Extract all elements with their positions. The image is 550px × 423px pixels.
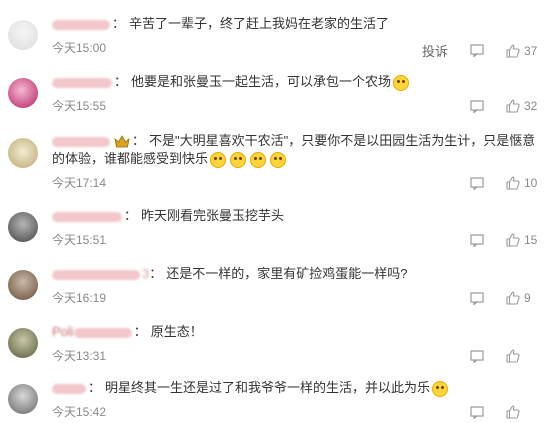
- comment-time: 今天15:42: [52, 405, 107, 419]
- thumbs-up-icon: [506, 43, 520, 58]
- like-button[interactable]: [506, 349, 538, 363]
- thumbs-up-icon: [506, 405, 520, 419]
- comment-list: ：辛苦了一辈子，终了赶上我妈在老家的生活了 今天15:00 投诉 37 ：他要是…: [0, 0, 550, 423]
- comment-icon: [470, 233, 484, 247]
- like-button[interactable]: 32: [506, 99, 538, 113]
- comment-content: ：不是"大明星喜欢干农活"，只要你不是以田园生活为生计，只是惬意的体验，谁都能感…: [52, 132, 544, 168]
- reply-button[interactable]: [470, 176, 484, 190]
- comment-time: 今天15:55: [52, 99, 107, 113]
- username[interactable]: [52, 136, 110, 147]
- like-button[interactable]: 9: [506, 291, 538, 305]
- comment-time: 今天17:14: [52, 176, 107, 190]
- avatar[interactable]: [8, 212, 38, 242]
- comment-text: 明星终其一生还是过了和我爷爷一样的生活，并以此为乐: [105, 380, 431, 395]
- comment-actions: 15: [448, 233, 538, 247]
- username[interactable]: [73, 327, 132, 338]
- avatar[interactable]: [8, 270, 38, 300]
- comment-time: 今天15:51: [52, 233, 107, 247]
- avatar[interactable]: [8, 384, 38, 414]
- like-button[interactable]: 10: [506, 176, 538, 190]
- comment-actions: [448, 349, 538, 363]
- comment-actions: 10: [448, 176, 538, 190]
- username[interactable]: [52, 77, 112, 88]
- avatar[interactable]: [8, 78, 38, 108]
- comment-text: 他要是和张曼玉一起生活，可以承包一个农场: [131, 74, 392, 89]
- like-count: 9: [524, 291, 531, 305]
- comment-text: 辛苦了一辈子，终了赶上我妈在老家的生活了: [129, 16, 390, 31]
- like-count: 10: [524, 176, 538, 190]
- comment-content: ：他要是和张曼玉一起生活，可以承包一个农场: [52, 72, 544, 92]
- comment-actions: [448, 405, 538, 419]
- username[interactable]: [52, 383, 86, 394]
- comment-icon: [470, 99, 484, 113]
- reply-button[interactable]: [470, 405, 484, 419]
- comment-icon: [470, 349, 484, 363]
- colon: ：: [132, 133, 146, 148]
- reply-button[interactable]: [470, 233, 484, 247]
- avatar[interactable]: [8, 328, 38, 358]
- like-count: 32: [524, 99, 538, 113]
- avatar[interactable]: [8, 138, 38, 168]
- username[interactable]: [52, 269, 140, 280]
- like-button[interactable]: 37: [506, 44, 538, 58]
- username-fragment: 3: [142, 266, 150, 281]
- emoji-icon: [270, 151, 287, 168]
- reply-button[interactable]: [470, 99, 484, 113]
- thumbs-up-icon: [506, 176, 520, 190]
- like-count: 15: [524, 233, 538, 247]
- username[interactable]: [52, 19, 110, 30]
- colon: ：: [114, 74, 128, 89]
- comment-content: 3： 还是不一样的，家里有矿捡鸡蛋能一样吗?: [52, 264, 544, 284]
- crown-icon: [114, 135, 130, 148]
- comment-icon: [470, 44, 484, 57]
- colon: ：: [124, 208, 138, 223]
- emoji-icon: [230, 151, 247, 168]
- emoji-icon: [250, 151, 267, 168]
- comment-content: ：辛苦了一辈子，终了赶上我妈在老家的生活了: [52, 14, 544, 34]
- comment-content: ：明星终其一生还是过了和我爷爷一样的生活，并以此为乐: [52, 378, 544, 398]
- reply-button[interactable]: [470, 349, 484, 363]
- thumbs-up-icon: [506, 233, 520, 247]
- reply-button[interactable]: [470, 44, 484, 57]
- comment-text: 昨天刚看完张曼玉挖芋头: [141, 208, 285, 223]
- comment-actions: 32: [448, 99, 538, 113]
- colon: ：: [88, 380, 102, 395]
- tearful-emoji-icon: [432, 380, 449, 397]
- username-fragment: Poli: [52, 324, 74, 339]
- comment-actions: 9: [448, 291, 538, 305]
- avatar[interactable]: [8, 20, 38, 50]
- comment-actions: 投诉 37: [422, 41, 538, 60]
- emoji-icon: [210, 151, 227, 168]
- reply-button[interactable]: [470, 291, 484, 305]
- comment-text: 还是不一样的，家里有矿捡鸡蛋能一样吗?: [166, 266, 408, 281]
- comment-text: 原生态！: [150, 324, 203, 339]
- colon: ：: [112, 16, 126, 31]
- comment-content: Poli ：原生态！: [52, 322, 544, 342]
- username[interactable]: [52, 211, 122, 222]
- comment-time: 今天13:31: [52, 349, 107, 363]
- like-count: 37: [524, 43, 538, 58]
- thumbs-up-icon: [506, 349, 520, 363]
- laughing-emoji-icon: [393, 74, 410, 91]
- comment-icon: [470, 291, 484, 305]
- thumbs-up-icon: [506, 99, 520, 113]
- comment-icon: [470, 176, 484, 190]
- colon: ：: [133, 324, 147, 339]
- thumbs-up-icon: [506, 291, 520, 305]
- comment-content: ：昨天刚看完张曼玉挖芋头: [52, 206, 544, 226]
- report-button[interactable]: 投诉: [422, 41, 448, 60]
- comment-time: 今天15:00: [52, 41, 107, 55]
- like-button[interactable]: 15: [506, 233, 538, 247]
- comment-time: 今天16:19: [52, 291, 107, 305]
- comment-icon: [470, 405, 484, 419]
- like-button[interactable]: [506, 405, 538, 419]
- colon: ：: [149, 266, 163, 281]
